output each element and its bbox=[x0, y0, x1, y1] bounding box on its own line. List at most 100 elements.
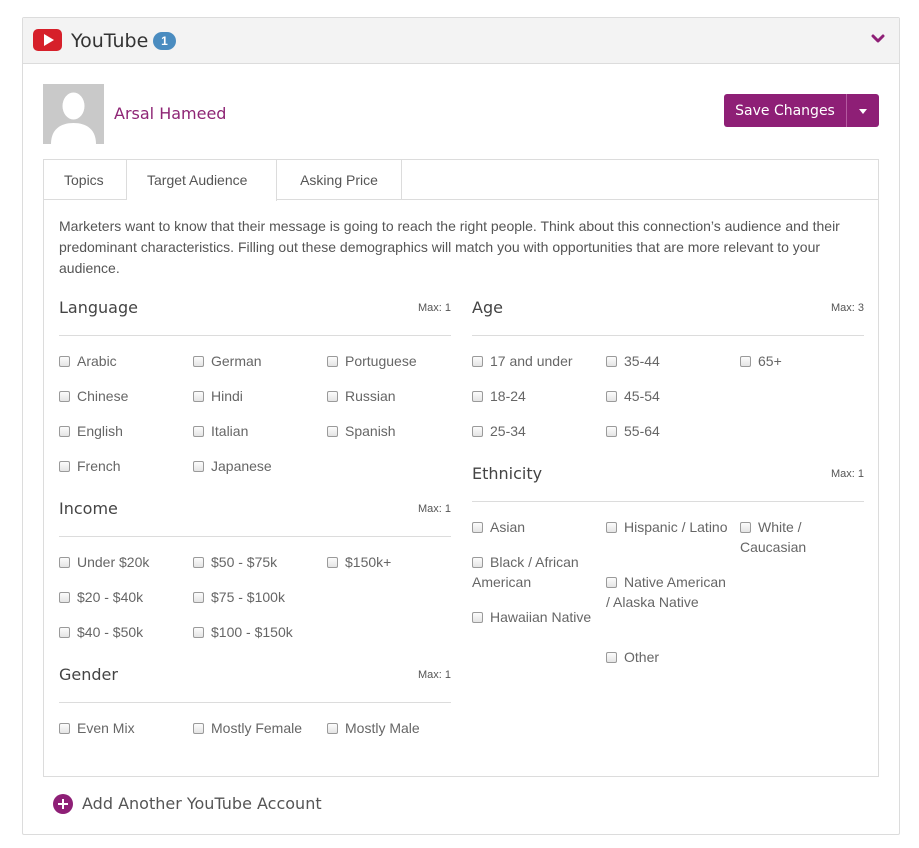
tab-asking-price[interactable]: Asking Price bbox=[277, 160, 402, 200]
checkbox-option[interactable]: 65+ bbox=[740, 351, 870, 371]
option-label: $50 - $75k bbox=[211, 554, 278, 570]
checkbox[interactable] bbox=[327, 356, 338, 367]
tab-topics[interactable]: Topics bbox=[44, 160, 127, 200]
checkbox[interactable] bbox=[472, 391, 483, 402]
panel-header[interactable]: YouTube 1 bbox=[23, 18, 899, 64]
checkbox-option[interactable]: $40 - $50k bbox=[59, 622, 189, 642]
checkbox-option[interactable]: 45-54 bbox=[606, 386, 736, 406]
save-changes-button[interactable]: Save Changes bbox=[724, 94, 846, 127]
checkbox-option[interactable]: English bbox=[59, 421, 189, 441]
checkbox-option[interactable]: 35-44 bbox=[606, 351, 736, 371]
section-title: Age bbox=[472, 298, 503, 317]
checkbox[interactable] bbox=[606, 522, 617, 533]
checkbox[interactable] bbox=[327, 557, 338, 568]
checkbox[interactable] bbox=[606, 652, 617, 663]
option-label: Asian bbox=[490, 519, 526, 535]
checkbox-option[interactable]: Hawaiian Native bbox=[472, 607, 602, 627]
checkbox[interactable] bbox=[472, 426, 483, 437]
checkbox[interactable] bbox=[740, 522, 751, 533]
checkbox-option[interactable]: Chinese bbox=[59, 386, 189, 406]
checkbox[interactable] bbox=[472, 522, 483, 533]
section-header: Age Max: 3 bbox=[472, 298, 864, 336]
checkbox[interactable] bbox=[327, 426, 338, 437]
checkbox[interactable] bbox=[59, 627, 70, 638]
checkbox-option[interactable]: 17 and under bbox=[472, 351, 602, 371]
option-label: 45-54 bbox=[624, 388, 660, 404]
section-header: Language Max: 1 bbox=[59, 298, 451, 336]
checkbox[interactable] bbox=[193, 592, 204, 603]
section-title: Income bbox=[59, 499, 118, 518]
checkbox[interactable] bbox=[606, 426, 617, 437]
checkbox-option[interactable]: French bbox=[59, 456, 189, 476]
checkbox-option[interactable]: Japanese bbox=[193, 456, 323, 476]
checkbox[interactable] bbox=[472, 557, 483, 568]
checkbox-option[interactable]: Russian bbox=[327, 386, 457, 406]
option-label: Japanese bbox=[211, 458, 272, 474]
checkbox[interactable] bbox=[193, 356, 204, 367]
plus-circle-icon[interactable] bbox=[53, 794, 73, 814]
checkbox-option[interactable]: $50 - $75k bbox=[193, 552, 323, 572]
checkbox-option[interactable]: Arabic bbox=[59, 351, 189, 371]
section-title: Gender bbox=[59, 665, 118, 684]
checkbox[interactable] bbox=[327, 723, 338, 734]
checkbox[interactable] bbox=[327, 391, 338, 402]
option-label: Even Mix bbox=[77, 720, 135, 736]
checkbox[interactable] bbox=[740, 356, 751, 367]
checkbox-option[interactable]: Portuguese bbox=[327, 351, 457, 371]
checkbox-option[interactable]: $100 - $150k bbox=[193, 622, 323, 642]
caret-down-icon[interactable] bbox=[846, 94, 879, 127]
checkbox-option[interactable]: $75 - $100k bbox=[193, 587, 323, 607]
checkbox[interactable] bbox=[606, 577, 617, 588]
option-label: 65+ bbox=[758, 353, 782, 369]
checkbox-option[interactable]: $20 - $40k bbox=[59, 587, 189, 607]
checkbox-option[interactable]: White / Caucasian bbox=[740, 517, 860, 557]
checkbox-option[interactable]: German bbox=[193, 351, 323, 371]
checkbox-option[interactable]: Under $20k bbox=[59, 552, 189, 572]
checkbox-option[interactable]: Mostly Female bbox=[193, 718, 323, 738]
checkbox-option[interactable]: 18-24 bbox=[472, 386, 602, 406]
option-label: Hispanic / Latino bbox=[624, 519, 728, 535]
checkbox-option[interactable]: Spanish bbox=[327, 421, 457, 441]
section-header: Income Max: 1 bbox=[59, 499, 451, 537]
section-header: Ethnicity Max: 1 bbox=[472, 464, 864, 502]
checkbox[interactable] bbox=[59, 557, 70, 568]
checkbox[interactable] bbox=[193, 723, 204, 734]
checkbox[interactable] bbox=[472, 356, 483, 367]
checkbox-option[interactable]: Black / African American bbox=[472, 552, 597, 592]
section-income: Income Max: 1 Under $20k $50 - $75k $150… bbox=[59, 499, 451, 640]
tab-bar: Topics Target Audience Asking Price bbox=[44, 160, 878, 201]
checkbox-option[interactable]: Asian bbox=[472, 517, 597, 537]
checkbox-option[interactable]: Mostly Male bbox=[327, 718, 457, 738]
checkbox[interactable] bbox=[59, 426, 70, 437]
checkbox-option[interactable]: 55-64 bbox=[606, 421, 736, 441]
checkbox-option[interactable]: Native American / Alaska Native bbox=[606, 572, 731, 612]
checkbox[interactable] bbox=[59, 461, 70, 472]
checkbox-option[interactable]: Even Mix bbox=[59, 718, 189, 738]
checkbox-option[interactable]: Hispanic / Latino bbox=[606, 517, 731, 537]
max-label: Max: 3 bbox=[830, 302, 864, 314]
checkbox-option[interactable]: Hindi bbox=[193, 386, 323, 406]
checkbox-option[interactable]: 25-34 bbox=[472, 421, 602, 441]
checkbox[interactable] bbox=[606, 391, 617, 402]
checkbox[interactable] bbox=[472, 612, 483, 623]
checkbox-option[interactable]: Italian bbox=[193, 421, 323, 441]
checkbox[interactable] bbox=[606, 356, 617, 367]
checkbox[interactable] bbox=[59, 391, 70, 402]
option-label: Spanish bbox=[345, 423, 396, 439]
checkbox[interactable] bbox=[193, 461, 204, 472]
checkbox[interactable] bbox=[59, 592, 70, 603]
tab-target-audience[interactable]: Target Audience bbox=[127, 160, 277, 201]
checkbox-option[interactable]: Other bbox=[606, 647, 731, 667]
checkbox[interactable] bbox=[193, 557, 204, 568]
checkbox[interactable] bbox=[59, 723, 70, 734]
option-label: 35-44 bbox=[624, 353, 660, 369]
checkbox[interactable] bbox=[59, 356, 70, 367]
checkbox[interactable] bbox=[193, 426, 204, 437]
checkbox[interactable] bbox=[193, 391, 204, 402]
profile-name[interactable]: Arsal Hameed bbox=[114, 104, 226, 123]
checkbox-option[interactable]: $150k+ bbox=[327, 552, 457, 572]
section-title: Ethnicity bbox=[472, 464, 543, 483]
add-account-label[interactable]: Add Another YouTube Account bbox=[82, 794, 322, 813]
chevron-down-icon[interactable] bbox=[871, 32, 885, 46]
checkbox[interactable] bbox=[193, 627, 204, 638]
